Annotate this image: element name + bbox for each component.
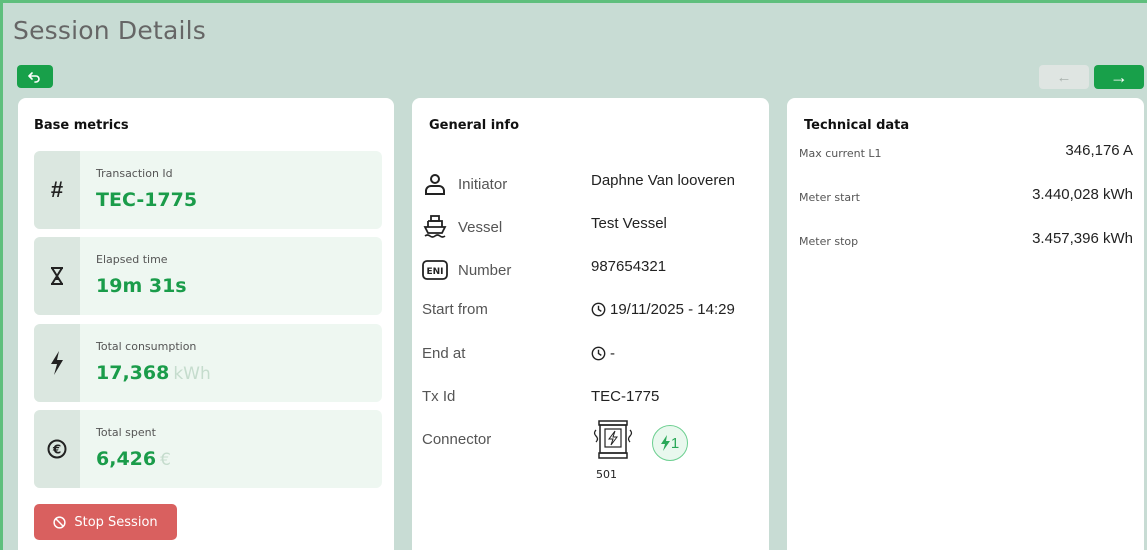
metric-value-number: 19m 31s: [96, 275, 187, 297]
start-value: 19/11/2025 - 14:29: [610, 301, 735, 318]
metric-label: Total consumption: [96, 340, 197, 353]
metric-value: 17,368 kWh: [96, 362, 211, 384]
info-row-end: End at -: [422, 338, 762, 368]
info-value: Daphne Van looveren: [591, 172, 735, 189]
clock-icon: [591, 302, 606, 317]
info-row-vessel: Vessel Test Vessel: [422, 208, 762, 238]
metric-label: Total spent: [96, 426, 156, 439]
base-metrics-title: Base metrics: [34, 118, 129, 133]
info-label: Number: [458, 261, 512, 279]
tech-value: 3.457,396 kWh: [1032, 230, 1133, 247]
metric-unit: kWh: [173, 364, 211, 384]
info-label: Start from: [422, 301, 488, 318]
hourglass-icon: [34, 237, 80, 315]
ship-icon: [422, 215, 448, 239]
stop-session-label: Stop Session: [74, 514, 158, 530]
info-label-wrap: Connector: [422, 431, 491, 448]
info-label: Tx Id: [422, 388, 456, 405]
metric-label: Transaction Id: [96, 167, 173, 180]
stop-session-button[interactable]: Stop Session: [34, 504, 177, 540]
metric-unit: €: [160, 450, 171, 470]
metric-total-consumption: Total consumption 17,368 kWh: [34, 324, 382, 402]
info-row-number: ENI Number 987654321: [422, 251, 762, 281]
technical-data-title: Technical data: [804, 118, 910, 133]
back-button[interactable]: [17, 65, 53, 88]
general-info-title: General info: [429, 118, 520, 133]
user-icon: [422, 172, 448, 196]
metric-value: TEC-1775: [96, 189, 197, 211]
connector-number: 1: [670, 434, 680, 452]
general-info-card: General info Initiator Daphne Van loover…: [412, 98, 769, 550]
info-label-wrap: Vessel: [422, 215, 502, 239]
metric-elapsed-time: Elapsed time 19m 31s: [34, 237, 382, 315]
arrow-left-icon: ←: [1056, 68, 1072, 86]
lightning-icon: [660, 435, 670, 451]
svg-text:€: €: [52, 443, 61, 457]
info-label: Connector: [422, 431, 492, 448]
info-row-txid: Tx Id TEC-1775: [422, 381, 762, 411]
tech-row-meter-stop: Meter stop 3.457,396 kWh: [799, 230, 1133, 252]
tech-value: 346,176 A: [1065, 142, 1133, 159]
metric-value-number: 6,426: [96, 448, 157, 470]
metric-value-number: TEC-1775: [96, 189, 198, 211]
undo-arrow-icon: [28, 71, 40, 83]
technical-data-card: Technical data Max current L1 346,176 A …: [787, 98, 1144, 550]
tech-row-max-current: Max current L1 346,176 A: [799, 142, 1133, 164]
eni-text: ENI: [426, 267, 443, 277]
app-frame: Session Details ← → Base metrics # Trans…: [0, 0, 1147, 550]
metric-label: Elapsed time: [96, 253, 168, 266]
tech-value: 3.440,028 kWh: [1032, 186, 1133, 203]
metric-value-number: 17,368: [96, 362, 170, 384]
tech-row-meter-start: Meter start 3.440,028 kWh: [799, 186, 1133, 208]
metric-total-spent: € Total spent 6,426 €: [34, 410, 382, 488]
info-value: -: [591, 345, 615, 362]
tech-label: Meter stop: [799, 235, 859, 248]
info-value: 987654321: [591, 258, 667, 275]
arrow-right-icon: →: [1110, 66, 1128, 87]
next-button[interactable]: →: [1094, 65, 1144, 89]
clock-icon: [591, 346, 606, 361]
ban-icon: [53, 515, 66, 529]
metric-transaction-id: # Transaction Id TEC-1775: [34, 151, 382, 229]
info-value: 19/11/2025 - 14:29: [591, 301, 735, 318]
metric-value: 6,426 €: [96, 448, 171, 470]
euro-icon: €: [34, 410, 80, 488]
previous-button[interactable]: ←: [1039, 65, 1089, 89]
info-label: Initiator: [458, 175, 508, 193]
hash-icon: #: [34, 151, 80, 229]
base-metrics-card: Base metrics # Transaction Id TEC-1775 E…: [18, 98, 394, 550]
info-label-wrap: End at: [422, 345, 465, 362]
connector-badge[interactable]: 1: [652, 425, 688, 461]
info-label-wrap: ENI Number: [422, 258, 511, 282]
lightning-icon: [34, 324, 80, 402]
tech-label: Meter start: [799, 191, 860, 204]
station-number: 501: [596, 468, 617, 481]
info-row-initiator: Initiator Daphne Van looveren: [422, 165, 762, 195]
info-value: Test Vessel: [591, 215, 667, 232]
info-label-wrap: Initiator: [422, 172, 507, 196]
end-value: -: [610, 345, 615, 362]
page-title: Session Details: [13, 16, 207, 45]
eni-icon: ENI: [422, 258, 448, 282]
charging-station-icon: [593, 420, 633, 459]
info-label: End at: [422, 345, 466, 362]
info-label-wrap: Start from: [422, 301, 488, 318]
info-label: Vessel: [458, 218, 503, 236]
connector-widget[interactable]: 501 1: [590, 420, 710, 485]
info-value: TEC-1775: [591, 388, 660, 405]
info-row-start: Start from 19/11/2025 - 14:29: [422, 294, 762, 324]
metric-value: 19m 31s: [96, 275, 187, 297]
tech-label: Max current L1: [799, 147, 882, 160]
info-label-wrap: Tx Id: [422, 388, 455, 405]
